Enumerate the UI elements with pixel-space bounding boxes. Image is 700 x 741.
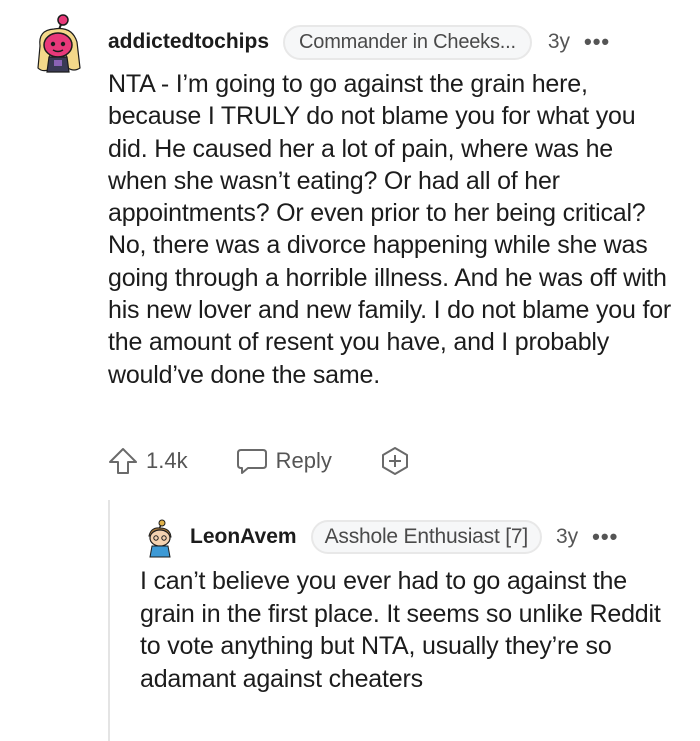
snoo-avatar-icon [148, 519, 172, 558]
vote-score: 1.4k [146, 448, 188, 473]
thread-line[interactable] [108, 500, 110, 741]
reply-bubble-icon [236, 449, 267, 474]
user-flair: Commander in Cheeks... [283, 24, 532, 60]
upvote-button[interactable]: 1.4k [108, 447, 188, 475]
comment-age: 3y [555, 525, 579, 548]
more-options-icon[interactable]: ••• [592, 524, 618, 550]
comment-header: addictedtochips Commander in Cheeks... 3… [108, 24, 610, 60]
add-award-icon [381, 447, 408, 475]
avatar[interactable] [145, 518, 175, 558]
username-link[interactable]: LeonAvem [190, 525, 297, 549]
award-button[interactable] [380, 446, 418, 476]
reply-label: Reply [275, 448, 332, 473]
comment-body: NTA - I’m going to go against the grain … [108, 70, 672, 389]
snoo-avatar-icon [37, 14, 81, 73]
comment-header: LeonAvem Asshole Enthusiast [7] 3y ••• [190, 520, 618, 554]
comment-body: I can’t believe you ever had to go again… [140, 567, 661, 693]
more-options-icon[interactable]: ••• [584, 29, 610, 55]
comment-actions: 1.4k Reply [108, 446, 466, 476]
reply-button[interactable]: Reply [236, 447, 332, 475]
upvote-arrow-icon [109, 448, 137, 474]
comment-age: 3y [547, 30, 571, 53]
avatar[interactable] [36, 12, 82, 74]
username-link[interactable]: addictedtochips [108, 30, 269, 54]
user-flair: Asshole Enthusiast [7] [310, 520, 542, 554]
